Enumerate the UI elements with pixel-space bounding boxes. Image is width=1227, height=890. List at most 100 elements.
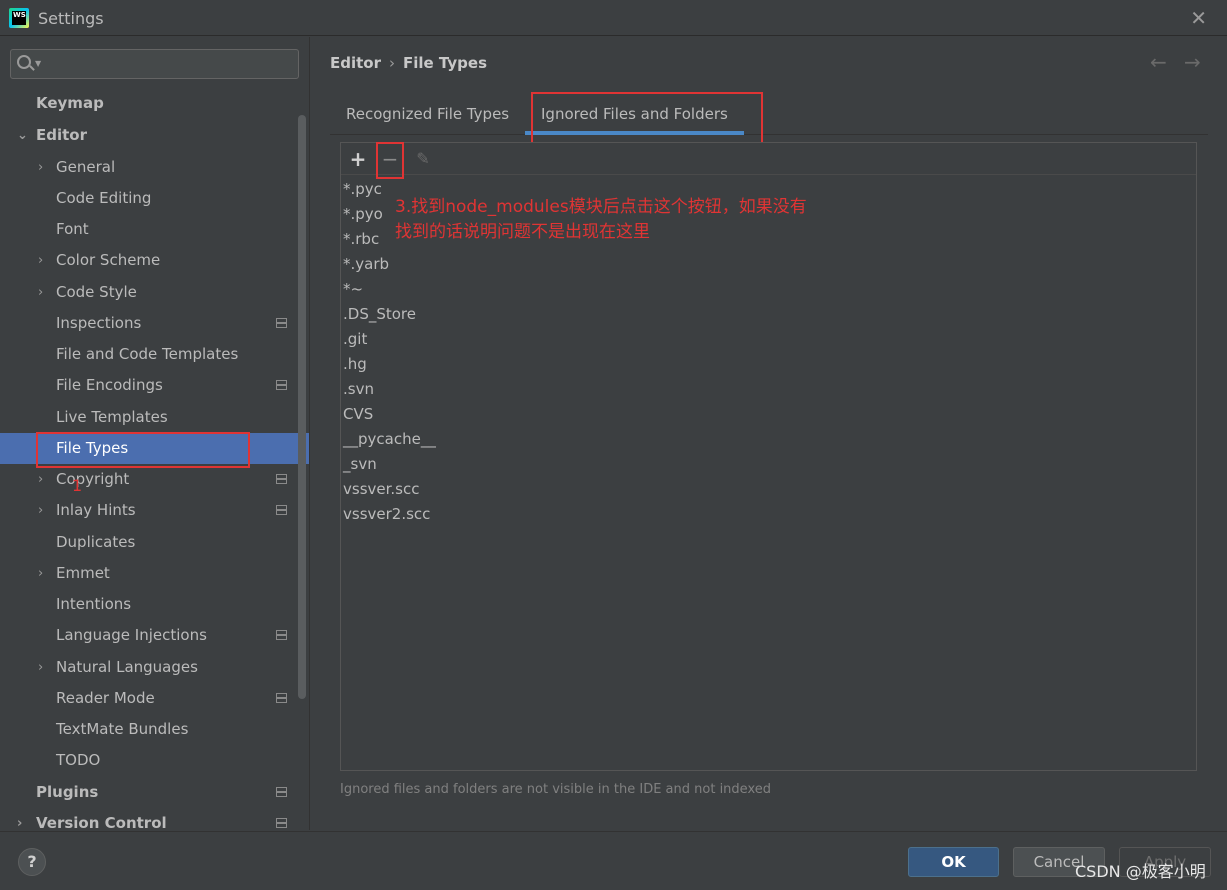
annotation-box-file-types bbox=[36, 432, 250, 468]
list-item[interactable]: _svn bbox=[343, 452, 377, 477]
sidebar-item-label: File and Code Templates bbox=[56, 345, 239, 363]
sidebar-item-label: Live Templates bbox=[56, 408, 168, 426]
list-item[interactable]: __pycache__ bbox=[343, 427, 436, 452]
window-title: Settings bbox=[38, 9, 104, 28]
sidebar-item-editor[interactable]: ⌄ Editor bbox=[0, 120, 309, 151]
list-item[interactable]: .git bbox=[343, 327, 367, 352]
sidebar-item-intentions[interactable]: Intentions bbox=[0, 589, 309, 620]
chevron-right-icon[interactable]: › bbox=[38, 464, 43, 495]
tab-recognized-file-types[interactable]: Recognized File Types bbox=[330, 97, 525, 135]
sidebar-item-label: Version Control bbox=[36, 814, 167, 830]
sidebar-item-textmate-bundles[interactable]: TextMate Bundles bbox=[0, 714, 309, 745]
sidebar-item-file-encodings[interactable]: File Encodings bbox=[0, 370, 309, 401]
sidebar-item-inlay-hints[interactable]: › Inlay Hints bbox=[0, 495, 309, 526]
sidebar-item-label: Color Scheme bbox=[56, 251, 161, 269]
search-input[interactable]: ▼ bbox=[10, 49, 299, 79]
help-button[interactable]: ? bbox=[18, 848, 46, 876]
sidebar-item-code-style[interactable]: › Code Style bbox=[0, 277, 309, 308]
sidebar-item-plugins[interactable]: Plugins bbox=[0, 777, 309, 808]
chevron-right-icon[interactable]: › bbox=[38, 152, 43, 183]
sidebar-item-label: File Encodings bbox=[56, 376, 163, 394]
sidebar-item-copyright[interactable]: › Copyright bbox=[0, 464, 309, 495]
sidebar-item-keymap[interactable]: Keymap bbox=[0, 88, 309, 119]
annotation-label-1: 1 bbox=[72, 476, 83, 495]
chevron-right-icon[interactable]: › bbox=[38, 558, 43, 589]
list-toolbar: + − ✎ bbox=[341, 143, 1196, 175]
chevron-down-icon[interactable]: ⌄ bbox=[17, 120, 28, 151]
list-item[interactable]: *~ bbox=[343, 277, 363, 302]
sidebar-item-label: Font bbox=[56, 220, 89, 238]
sidebar-item-font[interactable]: Font bbox=[0, 214, 309, 245]
sidebar-item-inspections[interactable]: Inspections bbox=[0, 308, 309, 339]
project-level-icon bbox=[276, 505, 287, 515]
annotation-label-3-line2: 找到的话说明问题不是出现在这里 bbox=[395, 222, 650, 242]
back-arrow-icon[interactable]: ← bbox=[1150, 50, 1167, 74]
sidebar-item-label: Emmet bbox=[56, 564, 110, 582]
sidebar-item-label: Inlay Hints bbox=[56, 501, 136, 519]
add-icon[interactable]: + bbox=[346, 147, 370, 171]
dialog-footer: ? OK Cancel Apply CSDN @极客小明 bbox=[0, 831, 1227, 890]
project-level-icon bbox=[276, 318, 287, 328]
list-item[interactable]: *.rbc bbox=[343, 227, 379, 252]
sidebar-item-duplicates[interactable]: Duplicates bbox=[0, 527, 309, 558]
chevron-right-icon[interactable]: › bbox=[38, 652, 43, 683]
sidebar-item-live-templates[interactable]: Live Templates bbox=[0, 402, 309, 433]
sidebar-item-label: Natural Languages bbox=[56, 658, 198, 676]
sidebar-item-general[interactable]: › General bbox=[0, 152, 309, 183]
sidebar-item-file-and-code-templates[interactable]: File and Code Templates bbox=[0, 339, 309, 370]
breadcrumb-parent[interactable]: Editor bbox=[330, 54, 381, 72]
sidebar-item-version-control[interactable]: › Version Control bbox=[0, 808, 309, 830]
list-item[interactable]: vssver2.scc bbox=[343, 502, 430, 527]
sidebar-item-label: Language Injections bbox=[56, 626, 207, 644]
project-level-icon bbox=[276, 630, 287, 640]
edit-pencil-icon[interactable]: ✎ bbox=[411, 147, 435, 171]
sidebar-item-label: Intentions bbox=[56, 595, 132, 613]
sidebar-item-label: Inspections bbox=[56, 314, 142, 332]
app-icon-text: WS bbox=[12, 11, 26, 25]
sidebar-item-label: TextMate Bundles bbox=[56, 720, 189, 738]
list-item[interactable]: .DS_Store bbox=[343, 302, 416, 327]
sidebar-item-todo[interactable]: TODO bbox=[0, 745, 309, 776]
list-item[interactable]: *.pyc bbox=[343, 177, 382, 202]
title-bar: WS Settings ✕ bbox=[0, 0, 1227, 36]
project-level-icon bbox=[276, 380, 287, 390]
sidebar-item-emmet[interactable]: › Emmet bbox=[0, 558, 309, 589]
list-item[interactable]: .svn bbox=[343, 377, 374, 402]
sidebar-item-label: Editor bbox=[36, 126, 87, 144]
project-level-icon bbox=[276, 474, 287, 484]
sidebar-item-color-scheme[interactable]: › Color Scheme bbox=[0, 245, 309, 276]
annotation-box-remove-button bbox=[376, 142, 404, 179]
sidebar-item-reader-mode[interactable]: Reader Mode bbox=[0, 683, 309, 714]
sidebar-item-label: Code Style bbox=[56, 283, 137, 301]
chevron-right-icon[interactable]: › bbox=[38, 245, 43, 276]
sidebar-item-label: Code Editing bbox=[56, 189, 152, 207]
sidebar-item-label: TODO bbox=[56, 751, 101, 769]
list-item[interactable]: .hg bbox=[343, 352, 367, 377]
sidebar-item-natural-languages[interactable]: › Natural Languages bbox=[0, 652, 309, 683]
tab-bar: Recognized File Types Ignored Files and … bbox=[330, 97, 1208, 135]
search-history-caret-icon[interactable]: ▼ bbox=[35, 59, 41, 68]
project-level-icon bbox=[276, 818, 287, 828]
list-item[interactable]: vssver.scc bbox=[343, 477, 419, 502]
list-item[interactable]: *.yarb bbox=[343, 252, 389, 277]
project-level-icon bbox=[276, 693, 287, 703]
sidebar-item-label: Plugins bbox=[36, 783, 99, 801]
sidebar-item-code-editing[interactable]: Code Editing bbox=[0, 183, 309, 214]
breadcrumb-separator: › bbox=[389, 54, 395, 72]
sidebar-item-language-injections[interactable]: Language Injections bbox=[0, 620, 309, 651]
close-icon[interactable]: ✕ bbox=[1190, 8, 1207, 28]
project-level-icon bbox=[276, 787, 287, 797]
chevron-right-icon[interactable]: › bbox=[38, 495, 43, 526]
sidebar-item-label: General bbox=[56, 158, 116, 176]
chevron-right-icon[interactable]: › bbox=[38, 277, 43, 308]
ok-button[interactable]: OK bbox=[908, 847, 999, 877]
forward-arrow-icon[interactable]: → bbox=[1184, 50, 1201, 74]
sidebar-scrollbar[interactable] bbox=[298, 115, 306, 699]
webstorm-app-icon: WS bbox=[9, 8, 29, 28]
chevron-right-icon[interactable]: › bbox=[17, 808, 22, 830]
hint-text: Ignored files and folders are not visibl… bbox=[340, 782, 771, 797]
list-item[interactable]: CVS bbox=[343, 402, 373, 427]
list-item[interactable]: *.pyo bbox=[343, 202, 383, 227]
search-icon bbox=[17, 55, 31, 69]
csdn-watermark: CSDN @极客小明 bbox=[1075, 862, 1206, 881]
